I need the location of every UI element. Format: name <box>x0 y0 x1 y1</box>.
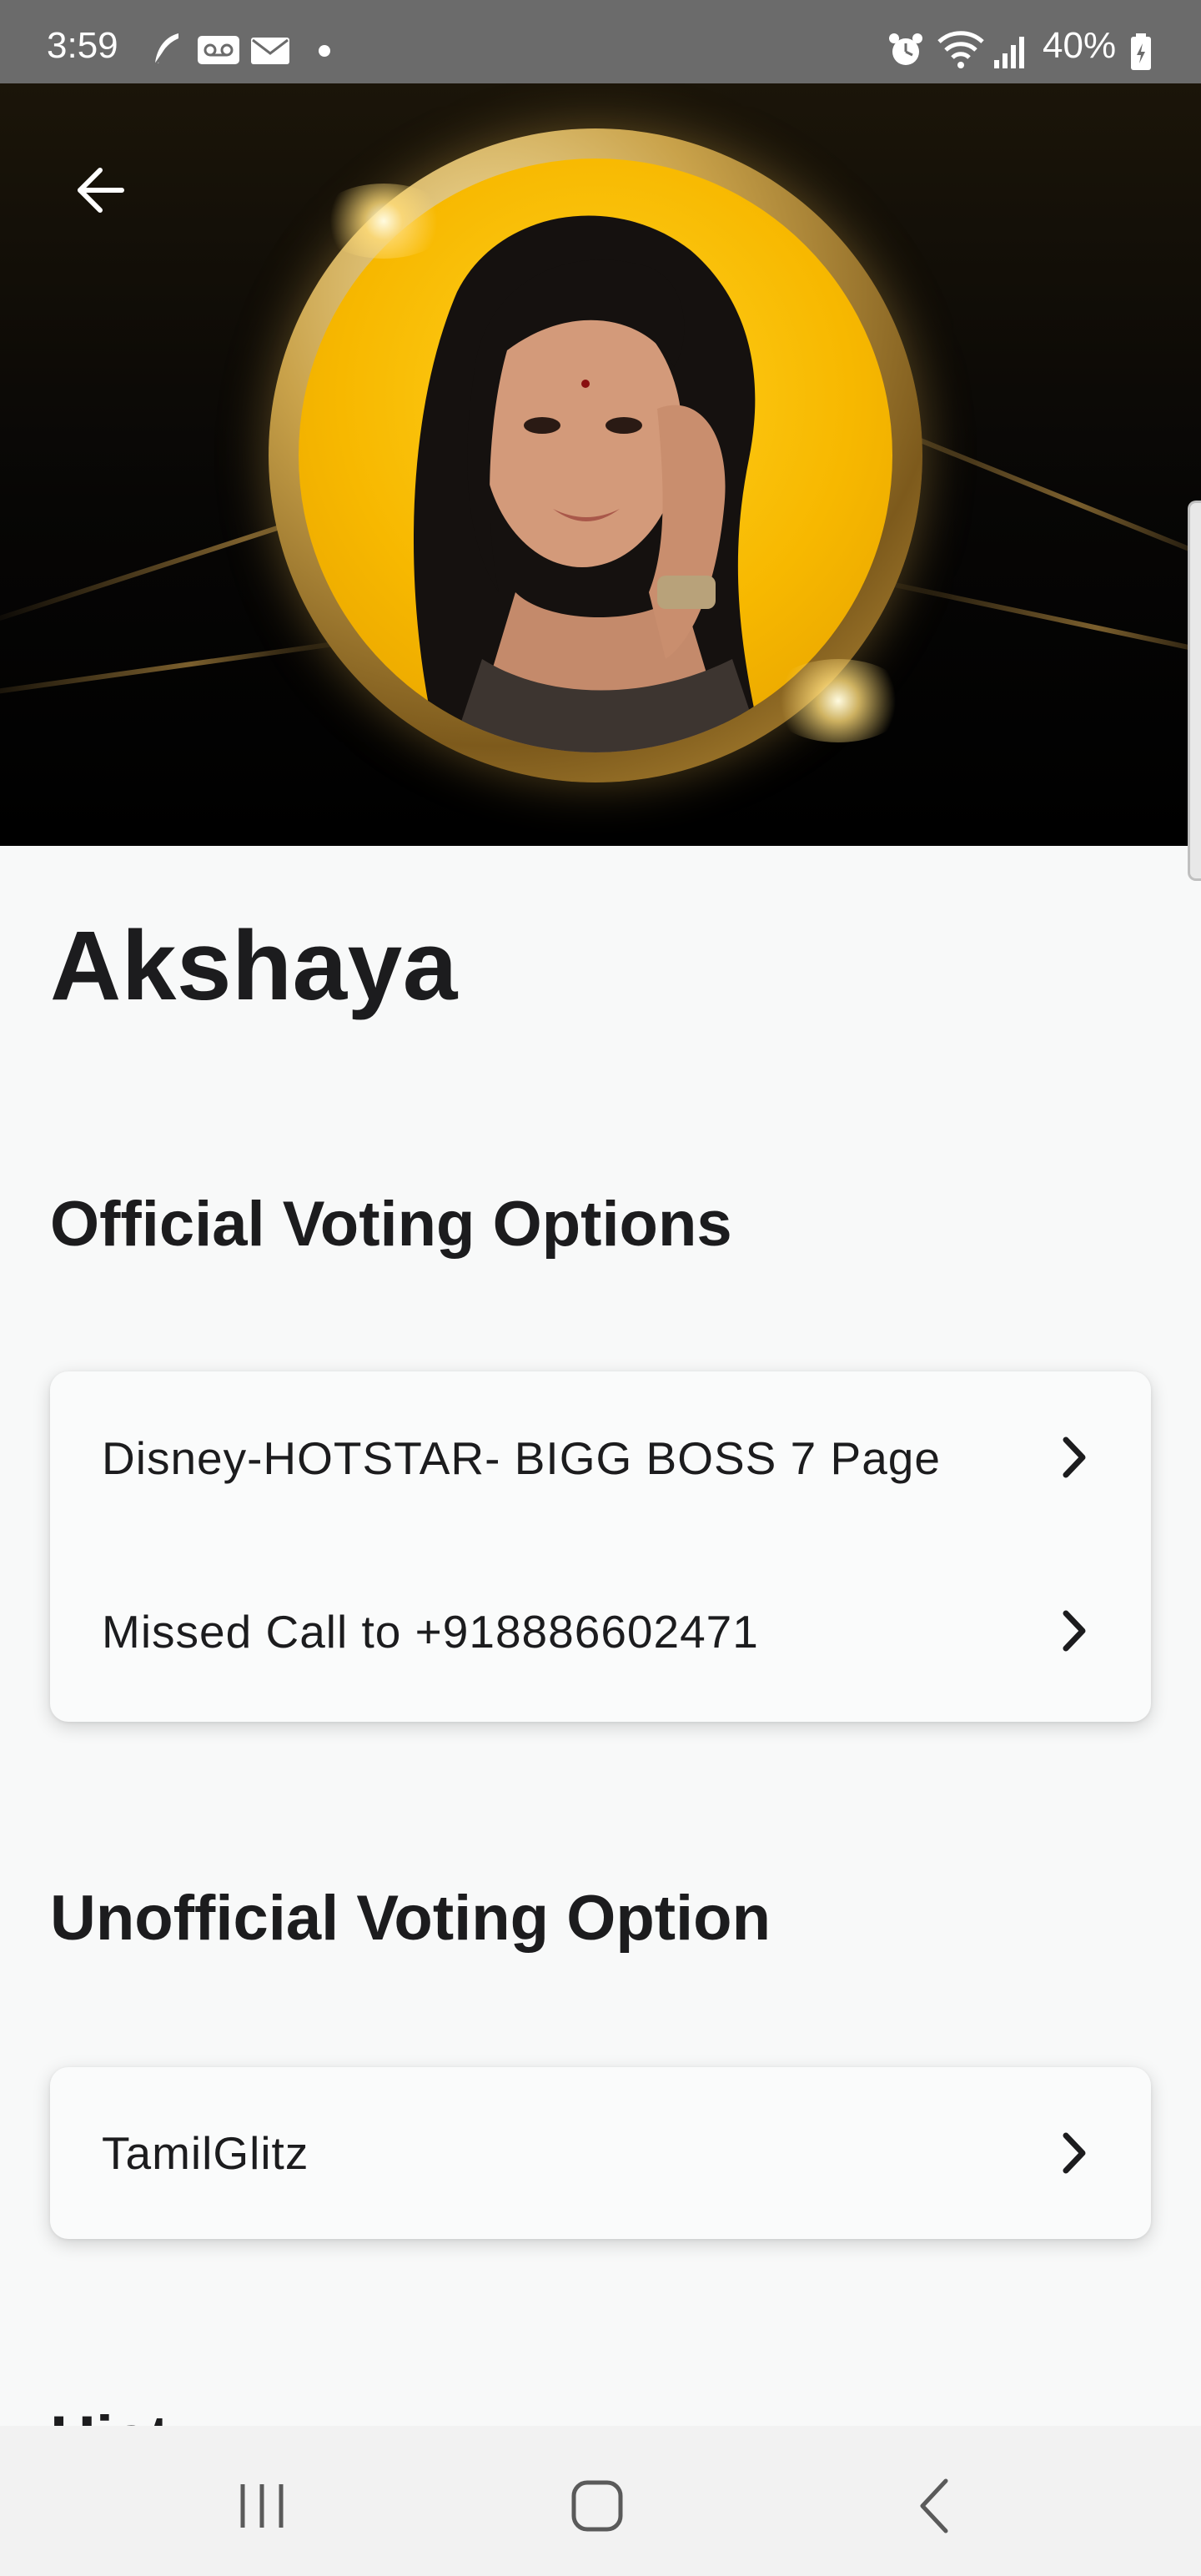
unofficial-voting-card: TamilGlitz <box>50 2067 1151 2239</box>
home-button[interactable] <box>547 2456 647 2556</box>
nav-back-button[interactable] <box>884 2456 984 2556</box>
unofficial-voting-heading: Unofficial Voting Option <box>50 1883 771 1954</box>
voicemail-icon <box>198 36 239 64</box>
chevron-right-icon <box>1063 2132 1086 2174</box>
voting-option-label: TamilGlitz <box>102 2127 309 2179</box>
recent-apps-button[interactable] <box>212 2456 312 2556</box>
home-icon <box>571 2480 623 2532</box>
app-screen: 3:59 40% Akshaya Official Voting Options… <box>0 0 1201 2576</box>
wifi-icon <box>937 31 984 68</box>
scrollbar-thumb[interactable] <box>1188 501 1201 881</box>
light-ray <box>871 577 1201 662</box>
contestant-hero-image <box>0 83 1201 846</box>
notification-dot-icon <box>319 45 330 57</box>
status-bar: 3:59 40% <box>0 0 1201 83</box>
sparkle <box>317 184 450 259</box>
official-voting-card: Disney-HOTSTAR- BIGG BOSS 7 Page Missed … <box>50 1371 1151 1722</box>
back-icon <box>920 2478 948 2533</box>
battery-percentage: 40% <box>1043 25 1117 66</box>
back-button[interactable] <box>60 150 140 230</box>
chevron-right-icon <box>1063 1436 1086 1478</box>
light-ray <box>0 639 349 701</box>
voting-option-label: Missed Call to +918886602471 <box>102 1606 759 1658</box>
feather-icon <box>153 33 178 66</box>
contestant-name: Akshaya <box>50 911 458 1021</box>
voting-option-hotstar[interactable]: Disney-HOTSTAR- BIGG BOSS 7 Page <box>50 1375 1151 1542</box>
system-nav-bar <box>0 2426 1201 2576</box>
chevron-right-icon <box>1063 1610 1086 1652</box>
voting-option-label: Disney-HOTSTAR- BIGG BOSS 7 Page <box>102 1432 941 1484</box>
sparkle <box>767 659 909 742</box>
history-heading-text: Hist <box>50 2402 170 2428</box>
alarm-icon <box>889 33 922 65</box>
official-voting-heading: Official Voting Options <box>50 1189 732 1260</box>
voting-option-tamilglitz[interactable]: TamilGlitz <box>50 2067 1151 2239</box>
mail-icon <box>251 38 289 64</box>
recent-apps-icon <box>240 2484 284 2528</box>
battery-icon <box>1131 33 1151 70</box>
signal-icon <box>994 37 1024 68</box>
status-time: 3:59 <box>47 25 118 66</box>
voting-option-missed-call[interactable]: Missed Call to +918886602471 <box>50 1548 1151 1715</box>
history-heading-partial: Hist <box>50 2402 217 2428</box>
arrow-left-icon <box>78 168 124 213</box>
